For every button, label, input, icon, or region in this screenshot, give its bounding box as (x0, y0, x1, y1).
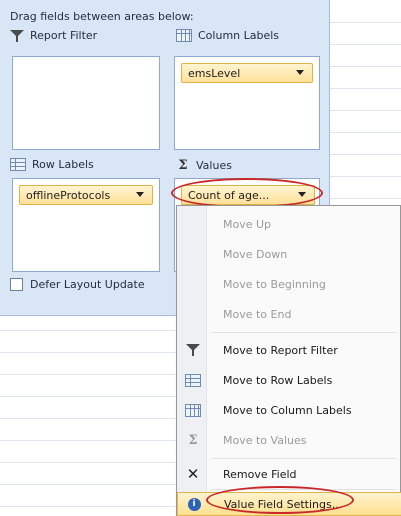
filter-icon (10, 29, 24, 42)
defer-checkbox[interactable] (10, 278, 23, 291)
sigma-icon: Σ (178, 158, 188, 173)
row-field-label: offlineProtocols (26, 188, 111, 202)
dropdown-arrow-icon[interactable] (136, 192, 144, 197)
menu-item-move-to-beginning[interactable]: Move to Beginning (177, 270, 401, 298)
defer-label: Defer Layout Update (30, 278, 145, 291)
column-field-label: emsLevel (188, 66, 241, 80)
row-labels-label: Row Labels (32, 158, 94, 171)
menu-item-label: Move to Column Labels (223, 403, 352, 417)
menu-item-label: Move Up (223, 217, 272, 231)
menu-item-move-to-values[interactable]: Σ Move to Values (177, 426, 401, 454)
menu-item-move-to-column-labels[interactable]: Move to Column Labels (177, 396, 401, 424)
menu-item-label: Move to Row Labels (223, 373, 333, 387)
report-filter-header: Report Filter (10, 29, 97, 42)
filter-icon (185, 343, 201, 357)
menu-item-move-to-end[interactable]: Move to End (177, 300, 401, 328)
menu-separator (211, 458, 397, 459)
row-labels-icon (185, 373, 201, 387)
menu-item-move-to-row-labels[interactable]: Move to Row Labels (177, 366, 401, 394)
values-header: Σ Values (176, 158, 232, 173)
sigma-icon: Σ (188, 432, 198, 448)
value-settings-icon: i (186, 497, 202, 511)
menu-item-label: Remove Field (223, 467, 297, 481)
row-field-pill[interactable]: offlineProtocols (19, 185, 153, 205)
menu-separator (211, 489, 397, 490)
value-field-label: Count of age... (188, 188, 270, 202)
dropdown-arrow-icon[interactable] (298, 192, 306, 197)
menu-item-label: Move to Beginning (223, 277, 326, 291)
menu-item-value-field-settings[interactable]: i Value Field Settings... (177, 492, 401, 516)
menu-item-label: Move to Report Filter (223, 343, 338, 357)
row-labels-area[interactable]: offlineProtocols (12, 178, 160, 272)
report-filter-label: Report Filter (30, 29, 98, 42)
report-filter-area[interactable] (12, 56, 160, 150)
menu-item-label: Move to End (223, 307, 292, 321)
row-labels-icon (10, 158, 26, 171)
menu-item-label: Value Field Settings... (224, 497, 343, 511)
menu-item-remove-field[interactable]: ✕ Remove Field (177, 460, 401, 488)
column-labels-icon (185, 403, 201, 417)
column-labels-header: Column Labels (176, 29, 279, 42)
menu-separator (211, 332, 397, 333)
value-field-pill[interactable]: Count of age... (181, 185, 315, 205)
row-labels-header: Row Labels (10, 158, 94, 171)
menu-item-move-up[interactable]: Move Up (177, 210, 401, 238)
menu-item-move-to-report-filter[interactable]: Move to Report Filter (177, 336, 401, 364)
defer-layout-update[interactable]: Defer Layout Update (10, 278, 145, 291)
field-context-menu: Move Up Move Down Move to Beginning Move… (176, 205, 401, 516)
menu-item-label: Move Down (223, 247, 288, 261)
column-labels-icon (176, 29, 192, 42)
dropdown-arrow-icon[interactable] (296, 70, 304, 75)
column-labels-area[interactable]: emsLevel (174, 56, 320, 150)
values-label: Values (196, 159, 232, 172)
column-labels-label: Column Labels (198, 29, 280, 42)
menu-item-label: Move to Values (223, 433, 307, 447)
column-field-pill[interactable]: emsLevel (181, 63, 313, 83)
drag-instructions: Drag fields between areas below: (10, 10, 194, 23)
menu-item-move-down[interactable]: Move Down (177, 240, 401, 268)
remove-icon: ✕ (186, 465, 200, 483)
